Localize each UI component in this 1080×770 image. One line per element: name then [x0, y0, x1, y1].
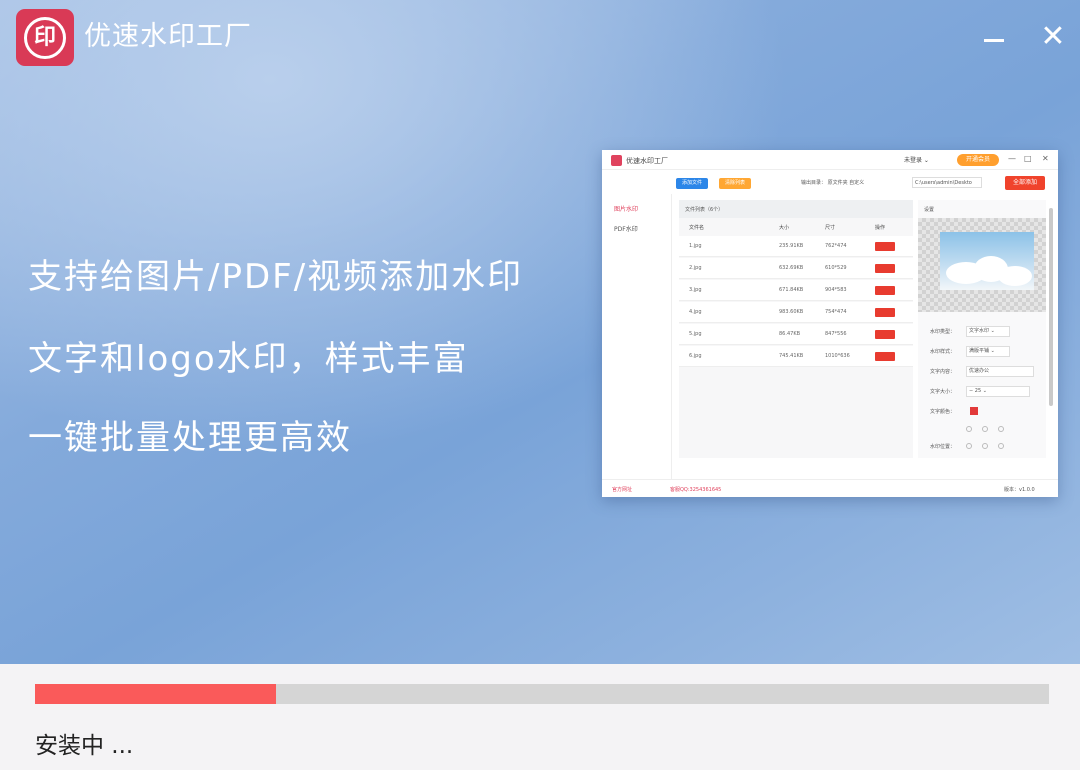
preview-cell: 5.jpg: [689, 331, 702, 337]
preview-setting-label: 水印位置：: [930, 444, 956, 450]
preview-table-row: 4.jpg 983.60KB 754*474: [679, 302, 913, 323]
app-title: 优速水印工厂: [84, 21, 252, 52]
preview-setting-label: 文字大小：: [930, 389, 956, 395]
preview-footer-qq: 客服QQ:3254361645: [670, 487, 722, 493]
preview-cell: 4.jpg: [689, 309, 702, 315]
preview-delete-button: [875, 352, 895, 361]
preview-col-header: 操作: [875, 225, 886, 231]
preview-cell: 3.jpg: [689, 287, 702, 293]
preview-delete-button: [875, 330, 895, 339]
preview-login: 未登录 ⌄: [904, 157, 929, 164]
preview-delete-button: [875, 286, 895, 295]
preview-cell: 6.jpg: [689, 353, 702, 359]
preview-logo-icon: [611, 155, 622, 166]
feature-line-2: 文字和logo水印，样式丰富: [28, 339, 469, 379]
feature-line-1: 支持给图片/PDF/视频添加水印: [28, 257, 524, 297]
preview-table-row: 6.jpg 745.41KB 1010*636: [679, 346, 913, 367]
preview-cell: 754*474: [825, 309, 847, 315]
preview-path-field: C:\users\admin\Deskto: [912, 177, 982, 188]
preview-cell: 610*529: [825, 265, 847, 271]
preview-footer-version: 版本：v1.0.0: [1004, 487, 1035, 493]
close-icon: ✕: [1040, 19, 1066, 54]
preview-position-dot: [982, 426, 988, 432]
feature-line-3: 一键批量处理更高效: [28, 418, 352, 458]
preview-setting-label: 水印样式：: [930, 349, 956, 355]
preview-upgrade-badge: 开通会员: [957, 154, 999, 166]
banner: 印 优速水印工厂 ✕ 支持给图片/PDF/视频添加水印 文字和logo水印，样式…: [0, 0, 1080, 664]
preview-table-row: 3.jpg 671.84KB 904*583: [679, 280, 913, 301]
preview-sidebar-item: 图片水印: [614, 206, 639, 213]
preview-title: 优速水印工厂: [626, 157, 668, 165]
preview-col-header: 尺寸: [825, 225, 836, 231]
preview-cell: 671.84KB: [779, 287, 804, 293]
preview-col-header: 文件名: [689, 225, 705, 231]
preview-add-file-button: 添加文件: [676, 178, 708, 189]
app-logo: 印: [16, 9, 74, 66]
preview-cell: 745.41KB: [779, 353, 804, 359]
preview-minimize-icon: —: [1008, 154, 1016, 163]
preview-cell: 847*556: [825, 331, 847, 337]
preview-settings-header: 设置: [924, 207, 935, 213]
install-progress-fill: [35, 684, 276, 704]
preview-settings-panel: 设置 水印类型： 文字水印 ⌄ 水印样式： 满版平铺 ⌄ 文字内容： 优速办公 …: [918, 200, 1046, 458]
preview-cell: 762*474: [825, 243, 847, 249]
preview-setting-label: 文字内容：: [930, 369, 956, 375]
preview-cell: 632.69KB: [779, 265, 804, 271]
preview-setting-field: 满版平铺 ⌄: [966, 346, 1010, 357]
preview-scrollbar: [1049, 208, 1053, 406]
minimize-icon: [984, 38, 1004, 42]
preview-table-row: 1.jpg 235.91KB 762*474: [679, 236, 913, 257]
preview-sample-image: [940, 232, 1034, 290]
preview-cell: 1010*636: [825, 353, 850, 359]
preview-delete-button: [875, 264, 895, 273]
preview-cell: 235.91KB: [779, 243, 804, 249]
app-preview-screenshot: 优速水印工厂 未登录 ⌄ 开通会员 — □ ✕ 添加文件 清除列表 输出目录： …: [602, 150, 1058, 497]
preview-position-dot: [998, 426, 1004, 432]
preview-setting-label: 水印类型：: [930, 329, 956, 335]
preview-table-row: 5.jpg 86.47KB 847*556: [679, 324, 913, 345]
preview-delete-button: [875, 308, 895, 317]
preview-titlebar: 优速水印工厂 未登录 ⌄ 开通会员 — □ ✕: [602, 150, 1058, 170]
preview-color-swatch: [970, 407, 978, 415]
preview-sidebar-item: PDF水印: [614, 226, 638, 233]
preview-footer: 官方网址 客服QQ:3254361645 版本：v1.0.0: [602, 479, 1058, 497]
preview-cell: 1.jpg: [689, 243, 702, 249]
preview-position-dot: [966, 443, 972, 449]
preview-col-header: 大小: [779, 225, 790, 231]
logo-seal-icon: 印: [24, 16, 66, 59]
preview-table-row: 2.jpg 632.69KB 610*529: [679, 258, 913, 279]
preview-output-dir: 输出目录： 原文件夹 自定义: [801, 180, 865, 186]
preview-delete-button: [875, 242, 895, 251]
preview-cell: 86.47KB: [779, 331, 801, 337]
preview-setting-field: 文字水印 ⌄: [966, 326, 1010, 337]
preview-cell: 983.60KB: [779, 309, 804, 315]
install-status-text: 安装中 ...: [35, 733, 134, 759]
preview-footer-website: 官方网址: [612, 487, 633, 493]
preview-cell: 904*583: [825, 287, 847, 293]
preview-cell: 2.jpg: [689, 265, 702, 271]
preview-position-dot: [966, 426, 972, 432]
preview-maximize-icon: □: [1024, 154, 1032, 163]
minimize-button[interactable]: [979, 22, 1009, 52]
preview-setting-field: − 25 ⌄: [966, 386, 1030, 397]
preview-clear-button: 清除列表: [719, 178, 751, 189]
preview-close-icon: ✕: [1042, 154, 1049, 163]
preview-list-header: 文件列表（6个）: [679, 200, 913, 218]
preview-setting-field: 优速办公: [966, 366, 1034, 377]
preview-file-list: 文件列表（6个） 文件名 大小 尺寸 操作 1.jpg 235.91KB 762…: [679, 200, 913, 458]
preview-position-dot: [998, 443, 1004, 449]
install-progress-bar: [35, 684, 1049, 704]
preview-position-dot: [982, 443, 988, 449]
preview-sidebar: 图片水印 PDF水印: [602, 194, 672, 479]
close-button[interactable]: ✕: [1038, 22, 1068, 52]
preview-setting-label: 文字颜色：: [930, 409, 956, 415]
cloud-shape: [998, 266, 1032, 286]
preview-start-button: 全部添加: [1005, 176, 1045, 190]
preview-image-canvas: [918, 218, 1046, 312]
